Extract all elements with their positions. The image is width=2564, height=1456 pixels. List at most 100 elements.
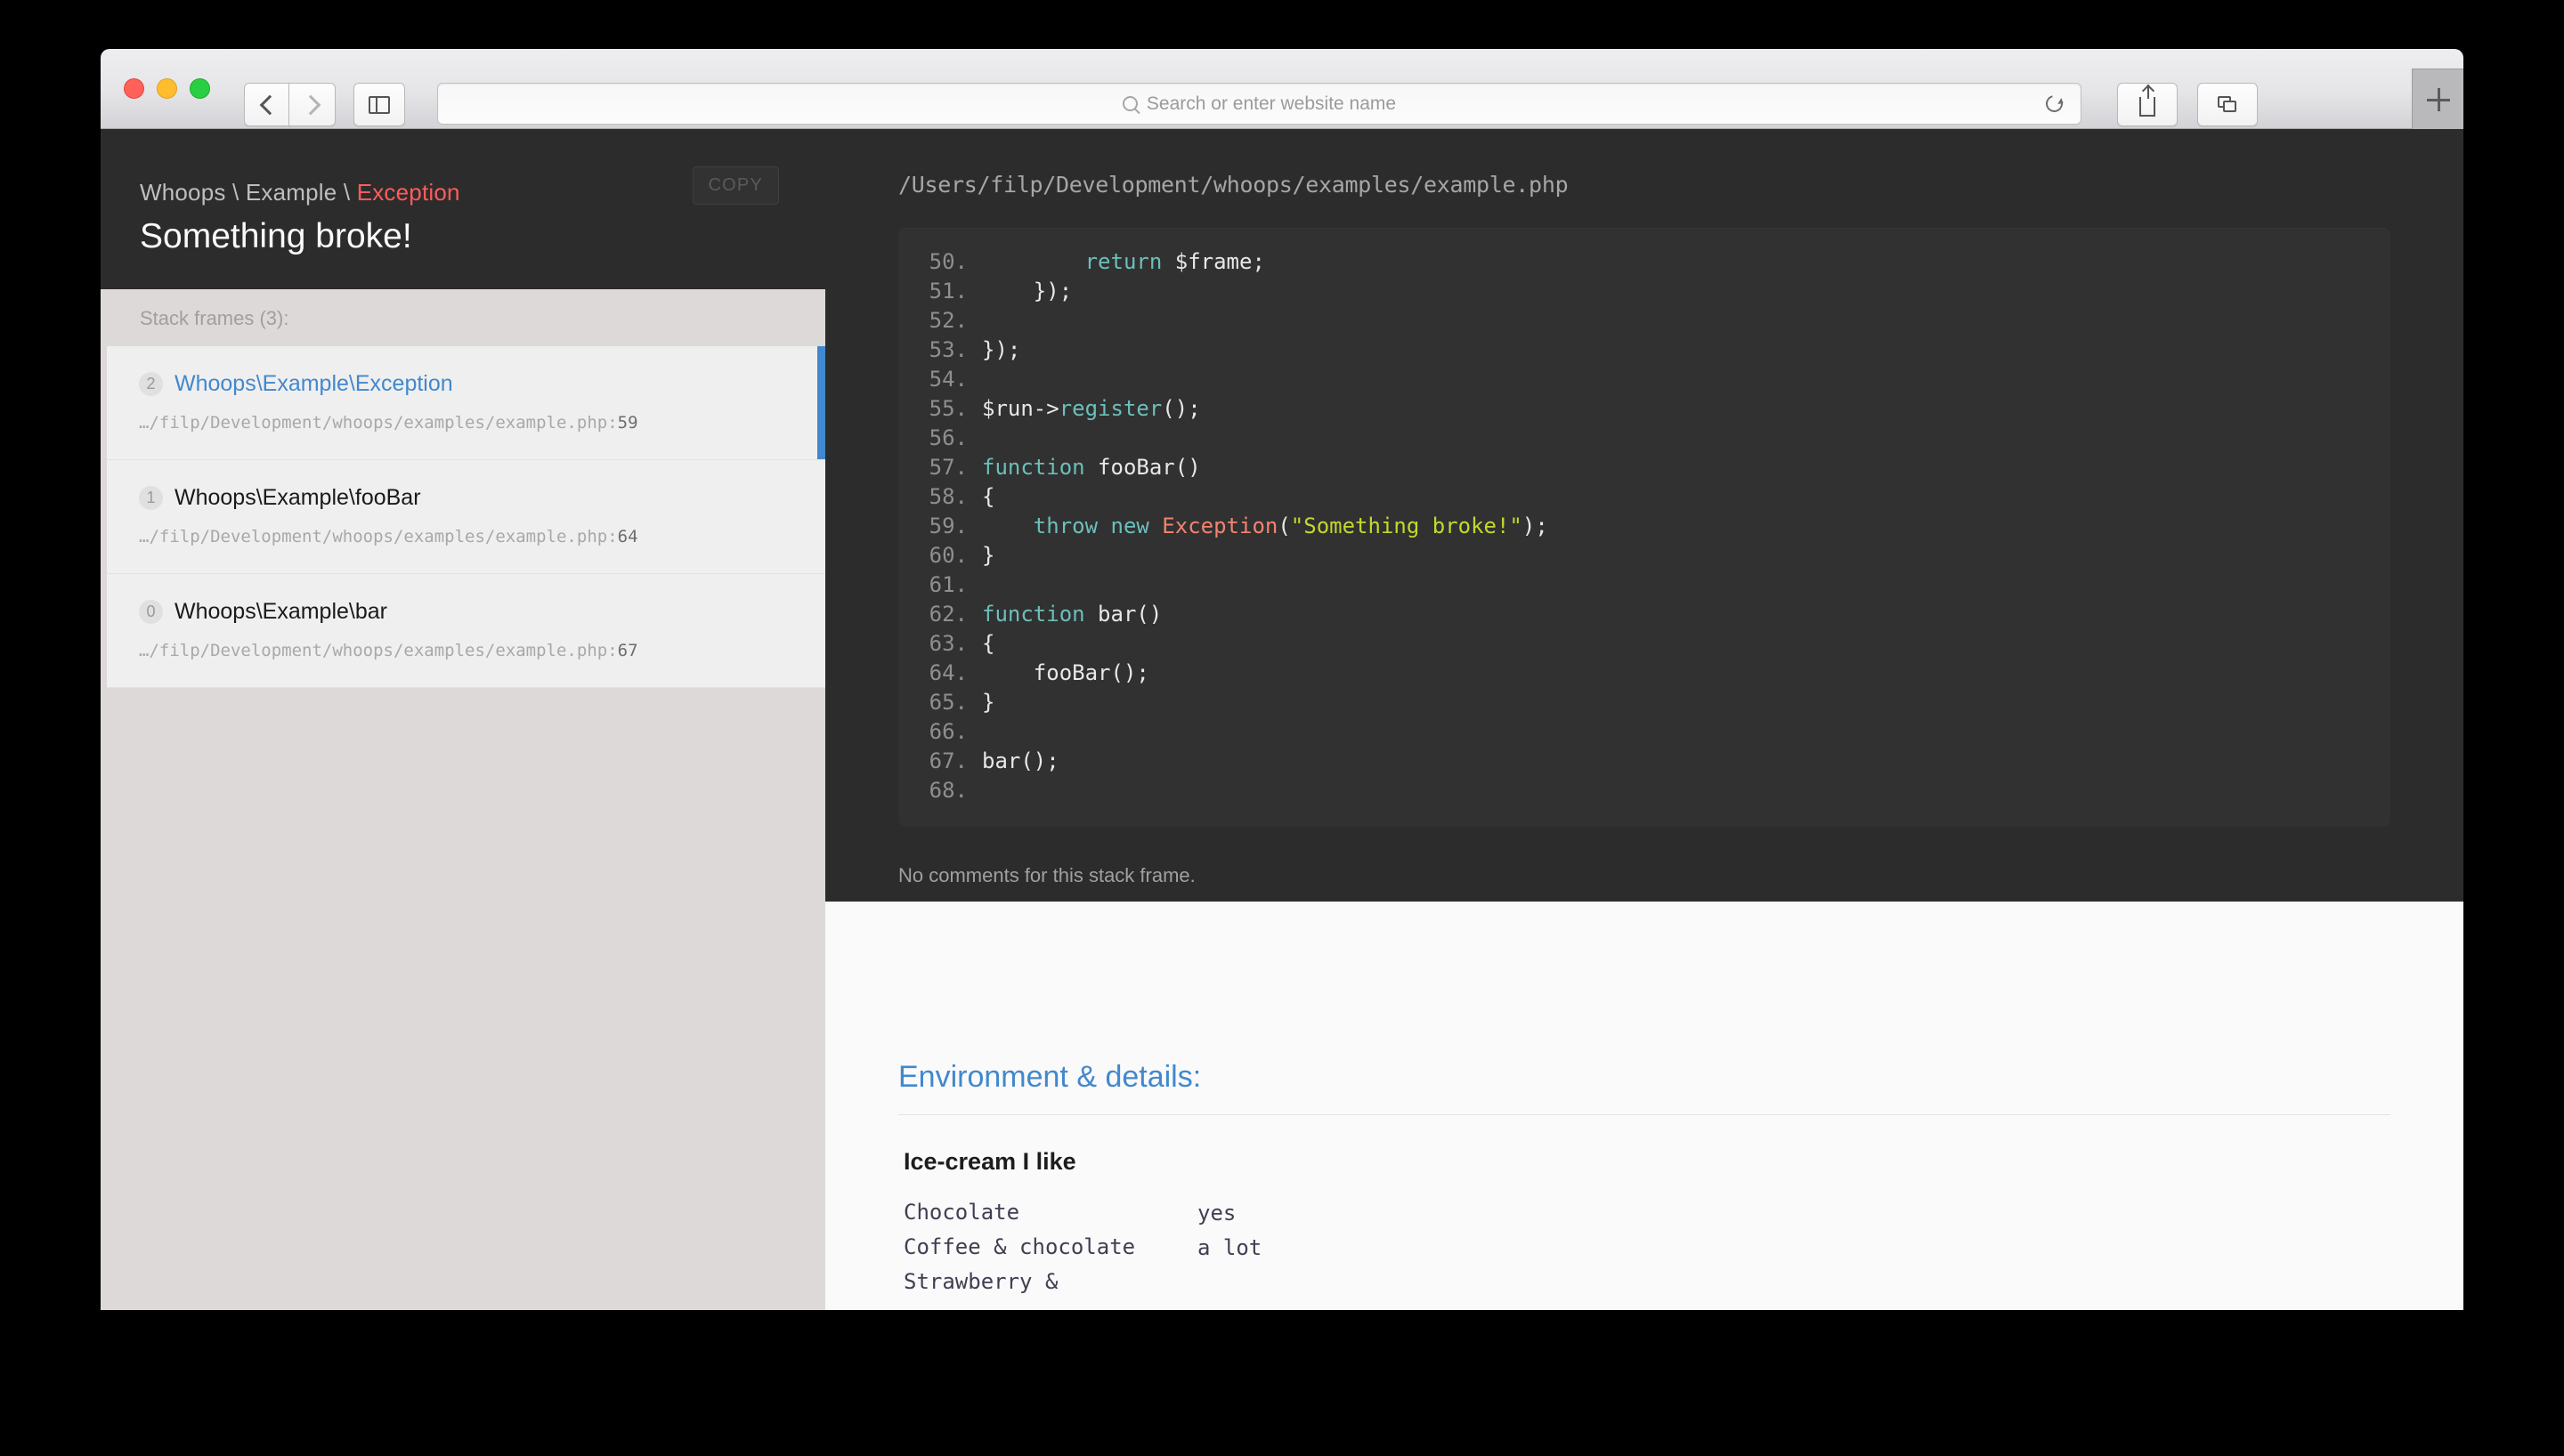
exception-class-path: Whoops \ Example \ Exception <box>140 179 786 206</box>
environment-value: yes <box>1197 1200 1237 1225</box>
environment-key: Chocolate <box>904 1200 1020 1225</box>
code-line: 62. function bar() <box>898 600 2390 629</box>
exception-namespace: Whoops \ Example \ <box>140 179 357 206</box>
sidebar-toggle-button[interactable] <box>353 83 405 126</box>
frame-detail-panel: /Users/filp/Development/whoops/examples/… <box>825 129 2463 1310</box>
environment-row: Coffee & chocolate a lot <box>904 1230 2396 1265</box>
code-line: 56. <box>898 424 2390 453</box>
code-line-number: 64. <box>929 660 968 685</box>
tab-overview-button[interactable] <box>2197 83 2258 126</box>
code-line-number: 57. <box>929 455 968 480</box>
code-token-plain: $frame; <box>1162 249 1265 274</box>
stack-frame-function: Whoops\Example\fooBar <box>174 484 421 510</box>
code-line-text: } <box>982 541 994 570</box>
address-bar-content: Search or enter website name <box>1122 93 1397 115</box>
code-line-number: 67. <box>929 748 968 773</box>
code-line-number: 56. <box>929 425 968 450</box>
forward-button[interactable] <box>288 83 336 126</box>
no-comments-message: No comments for this stack frame. <box>898 864 1196 886</box>
code-token-plain: { <box>982 484 995 509</box>
code-token-plain: ); <box>1521 514 1548 538</box>
stack-frame-file: …/filp/Development/whoops/examples/examp… <box>139 641 786 660</box>
code-token-plain: }); <box>982 279 1073 303</box>
code-line: 52. <box>898 306 2390 336</box>
share-icon <box>2139 85 2155 117</box>
chevron-left-icon <box>259 94 280 115</box>
address-search-bar[interactable]: Search or enter website name <box>437 83 2081 125</box>
code-line-number: 54. <box>929 367 968 392</box>
environment-value <box>1197 1265 2396 1299</box>
environment-group-title: Ice-cream I like <box>904 1148 1076 1175</box>
code-line: 66. <box>898 717 2390 747</box>
back-button[interactable] <box>244 83 291 126</box>
code-line-text: } <box>982 688 994 717</box>
code-section: /Users/filp/Development/whoops/examples/… <box>825 129 2463 902</box>
code-line-number: 60. <box>929 543 968 568</box>
code-line-text: fooBar(); <box>982 659 1149 688</box>
code-line-text: $run->register(); <box>982 394 1201 424</box>
code-line-number: 55. <box>929 396 968 421</box>
exception-message: Something broke! <box>140 217 412 255</box>
share-button[interactable] <box>2117 83 2178 126</box>
code-token-plain: fooBar(); <box>982 660 1149 685</box>
code-token-kw: register <box>1059 396 1163 421</box>
new-tab-button[interactable] <box>2412 69 2463 129</box>
stack-frame-function: Whoops\Example\Exception <box>174 370 453 396</box>
browser-toolbar: Search or enter website name <box>101 49 2463 129</box>
stack-frame-header: 2 Whoops\Example\Exception <box>139 371 786 397</box>
code-line-number: 50. <box>929 249 968 274</box>
code-line-number: 65. <box>929 690 968 715</box>
code-line-text: }); <box>982 336 1020 365</box>
copy-button[interactable]: COPY <box>692 166 779 205</box>
stack-frame-file-path: …/filp/Development/whoops/examples/examp… <box>139 412 618 433</box>
code-line: 51. }); <box>898 277 2390 306</box>
code-token-str: "Something broke!" <box>1290 514 1522 538</box>
stack-frame-header: 0 Whoops\Example\bar <box>139 599 786 625</box>
code-line-number: 59. <box>929 514 968 538</box>
stack-frame-item[interactable]: 2 Whoops\Example\Exception …/filp/Developm… <box>107 345 825 460</box>
close-window-button[interactable] <box>124 78 144 99</box>
code-token-plain: $run-> <box>982 396 1059 421</box>
window-controls <box>124 78 210 99</box>
minimize-window-button[interactable] <box>157 78 177 99</box>
code-line: 61. <box>898 570 2390 600</box>
code-line-text: return $frame; <box>982 247 1265 277</box>
stack-frame-item[interactable]: 1 Whoops\Example\fooBar …/filp/Development… <box>107 459 825 574</box>
reload-icon[interactable] <box>2042 92 2066 116</box>
code-line-number: 53. <box>929 337 968 362</box>
code-line-number: 66. <box>929 719 968 744</box>
code-line-text: { <box>982 482 994 512</box>
stack-frame-line-number: 67 <box>617 640 638 660</box>
environment-value: a lot <box>1197 1234 1262 1260</box>
stack-frame-file-path: …/filp/Development/whoops/examples/examp… <box>139 640 618 660</box>
code-line-number: 62. <box>929 602 968 627</box>
code-line-text: function fooBar() <box>982 453 1201 482</box>
stack-frame-item[interactable]: 0 Whoops\Example\bar …/filp/Development/wh… <box>107 573 825 688</box>
stack-frame-index: 1 <box>139 485 163 510</box>
code-token-plain: ( <box>1278 514 1291 538</box>
address-bar-placeholder: Search or enter website name <box>1146 93 1397 114</box>
code-line: 65.} <box>898 688 2390 717</box>
code-token-plain: { <box>982 631 995 656</box>
code-token-plain: bar(); <box>982 748 1059 773</box>
stack-frames-label: Stack frames (3): <box>101 288 825 346</box>
stack-frame-index: 2 <box>139 371 163 396</box>
code-token-cls: Exception <box>1162 514 1278 538</box>
code-line: 53.}); <box>898 336 2390 365</box>
code-line-number: 58. <box>929 484 968 509</box>
code-block: 50. return $frame; 51. }); 52. 53.}); 54. 55.… <box>898 228 2390 827</box>
code-line: 60.} <box>898 541 2390 570</box>
stack-frame-file: …/filp/Development/whoops/examples/examp… <box>139 413 786 433</box>
code-line-number: 51. <box>929 279 968 303</box>
code-token-plain: } <box>982 690 995 715</box>
maximize-window-button[interactable] <box>190 78 210 99</box>
stack-frame-index: 0 <box>139 599 163 624</box>
code-line-number: 52. <box>929 308 968 333</box>
code-token-plain: } <box>982 543 995 568</box>
stack-frame-line-number: 59 <box>617 412 638 433</box>
environment-title: Environment & details: <box>898 902 2390 1115</box>
stack-frame-file-path: …/filp/Development/whoops/examples/examp… <box>139 526 618 546</box>
environment-table: Chocolate yes Coffee & chocolate a lot Straw… <box>904 1195 2396 1300</box>
tab-overview-icon <box>2218 96 2237 113</box>
stack-frame-line-number: 64 <box>617 526 638 546</box>
